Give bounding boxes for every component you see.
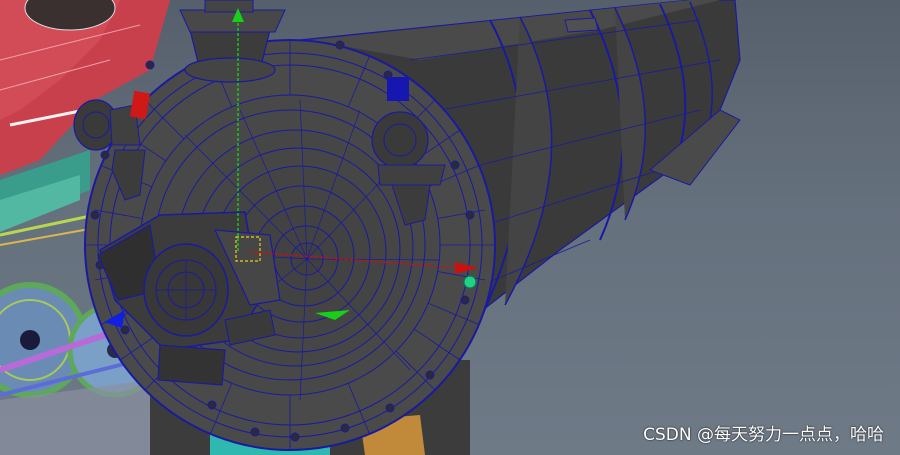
blue-marker xyxy=(387,77,409,101)
maya-3d-viewport[interactable]: CSDN @每天努力一点点，哈哈 xyxy=(0,0,900,455)
viewport-scene[interactable] xyxy=(0,0,900,455)
pivot-point-handle[interactable] xyxy=(463,275,477,289)
watermark-caption: CSDN @每天努力一点点，哈哈 xyxy=(643,425,884,445)
